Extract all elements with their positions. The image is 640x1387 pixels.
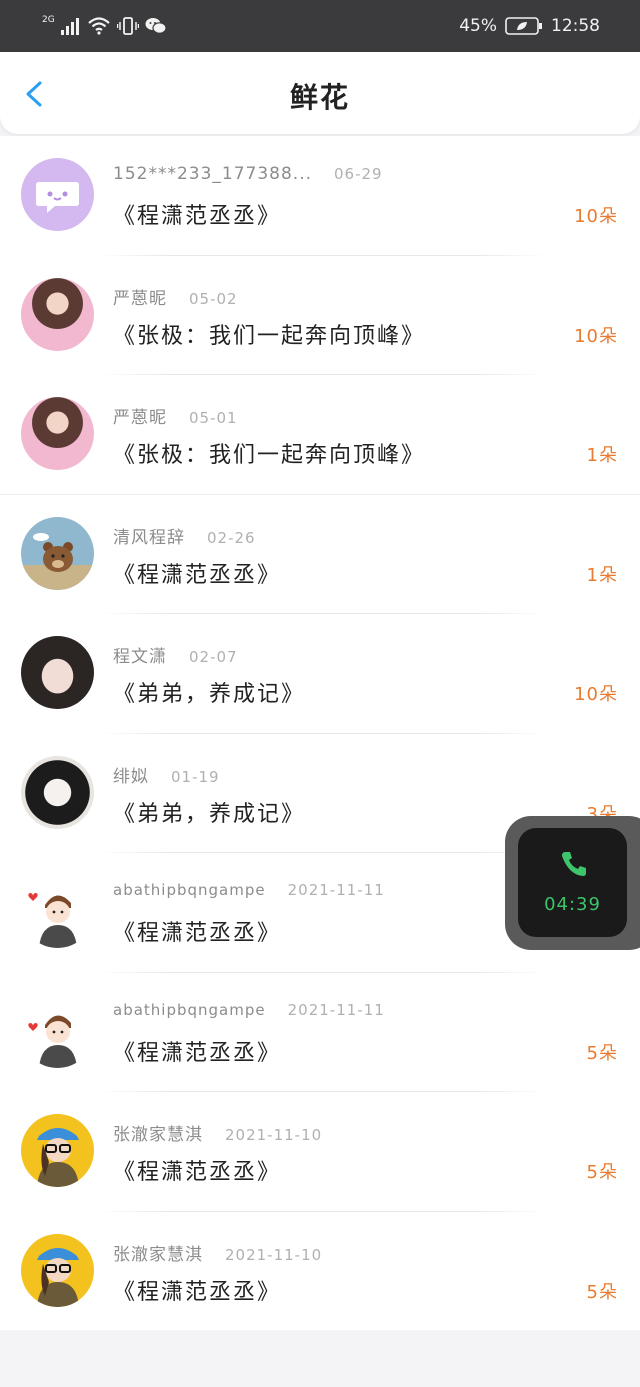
floating-call-window[interactable]: 04:39 xyxy=(505,816,640,950)
book-title: 《程潇范丞丞》 xyxy=(113,204,282,229)
battery-icon xyxy=(505,17,542,35)
flower-count: 5朵 xyxy=(586,1162,618,1183)
list-item[interactable]: abathipbqngampe 2021-11-11 《程潇范丞丞》 5朵 xyxy=(0,973,640,1092)
battery-percent: 45% xyxy=(459,16,497,36)
send-date: 05-01 xyxy=(189,409,238,427)
cap-girl-avatar xyxy=(21,1233,94,1307)
sender-name: 严蒽昵 xyxy=(113,408,167,428)
signal-icon xyxy=(60,18,79,35)
sender-name: 严蒽昵 xyxy=(113,288,167,309)
sender-name: abathipbqngampe xyxy=(113,1000,266,1019)
flower-count: 10朵 xyxy=(574,325,618,347)
wechat-icon xyxy=(145,18,167,34)
book-title: 《张极：我们一起奔向顶峰》 xyxy=(113,323,426,349)
flower-count: 5朵 xyxy=(586,1281,618,1303)
list-item[interactable]: 张澈家慧淇 2021-11-10 《程潇范丞丞》 5朵 xyxy=(0,1212,640,1332)
book-title: 《程潇范丞丞》 xyxy=(113,1160,282,1185)
call-duration: 04:39 xyxy=(544,894,601,915)
sender-name: 程文潇 xyxy=(113,647,167,667)
list-item[interactable]: 张澈家慧淇 2021-11-10 《程潇范丞丞》 5朵 xyxy=(0,1092,640,1212)
book-title: 《张极：我们一起奔向顶峰》 xyxy=(113,443,426,468)
bottom-area xyxy=(0,1330,640,1387)
send-date: 2021-11-11 xyxy=(287,1000,385,1019)
book-title: 《程潇范丞丞》 xyxy=(113,1040,282,1066)
status-left: 2G xyxy=(42,14,167,38)
book-title: 《弟弟，养成记》 xyxy=(113,801,306,827)
sender-name: 绯姒 xyxy=(113,766,149,787)
send-date: 2021-11-10 xyxy=(225,1245,323,1264)
send-date: 02-26 xyxy=(207,528,256,547)
chat-bubble-avatar xyxy=(21,158,94,231)
status-bar: 2G 45% 12:58 xyxy=(0,0,640,52)
sender-name: 张澈家慧淇 xyxy=(113,1244,203,1265)
flower-count: 10朵 xyxy=(574,684,618,705)
phone-icon xyxy=(562,852,586,876)
girl-avatar xyxy=(21,277,94,351)
send-date: 2021-11-11 xyxy=(287,881,385,899)
list-item[interactable]: 清风程辞 02-26 《程潇范丞丞》 1朵 xyxy=(0,495,640,614)
send-date: 01-19 xyxy=(171,767,220,786)
cartoon-boy-avatar xyxy=(21,994,94,1068)
send-date: 06-29 xyxy=(334,165,383,183)
list-item[interactable]: 严蒽昵 05-01 《张极：我们一起奔向顶峰》 1朵 xyxy=(0,375,640,495)
girl-avatar xyxy=(21,397,94,470)
cap-girl-avatar xyxy=(21,1114,94,1187)
send-date: 02-07 xyxy=(189,648,238,666)
clock: 12:58 xyxy=(551,16,600,36)
network-type: 2G xyxy=(42,15,55,25)
sender-name: 清风程辞 xyxy=(113,527,185,548)
book-title: 《程潇范丞丞》 xyxy=(113,921,282,946)
flower-record-list: 152***233_177388... 06-29 《程潇范丞丞》 10朵 严蒽… xyxy=(0,136,640,1330)
sender-name: 张澈家慧淇 xyxy=(113,1125,203,1145)
page-header: 鲜花 xyxy=(0,52,640,134)
status-right: 45% 12:58 xyxy=(459,14,600,38)
book-title: 《程潇范丞丞》 xyxy=(113,1279,282,1305)
sender-name: abathipbqngampe xyxy=(113,881,266,899)
sender-name: 152***233_177388... xyxy=(113,164,313,184)
dark-hair-girl-avatar xyxy=(21,636,94,709)
send-date: 2021-11-10 xyxy=(225,1126,323,1144)
flower-count: 1朵 xyxy=(586,445,618,466)
send-date: 05-02 xyxy=(189,289,238,308)
flower-count: 5朵 xyxy=(586,1042,618,1064)
book-title: 《弟弟，养成记》 xyxy=(113,682,306,707)
bear-avatar xyxy=(21,516,94,590)
flower-count: 1朵 xyxy=(586,564,618,586)
wifi-icon xyxy=(87,17,110,35)
list-item[interactable]: 152***233_177388... 06-29 《程潇范丞丞》 10朵 xyxy=(0,136,640,256)
vibrate-icon xyxy=(116,17,139,35)
sketch-girl-avatar xyxy=(21,755,94,829)
call-panel: 04:39 xyxy=(518,828,627,937)
cartoon-boy-avatar xyxy=(21,875,94,948)
page-title: 鲜花 xyxy=(289,81,350,114)
list-item[interactable]: 程文潇 02-07 《弟弟，养成记》 10朵 xyxy=(0,614,640,734)
list-item[interactable]: 严蒽昵 05-02 《张极：我们一起奔向顶峰》 10朵 xyxy=(0,256,640,375)
flower-count: 10朵 xyxy=(574,206,618,227)
book-title: 《程潇范丞丞》 xyxy=(113,562,282,588)
